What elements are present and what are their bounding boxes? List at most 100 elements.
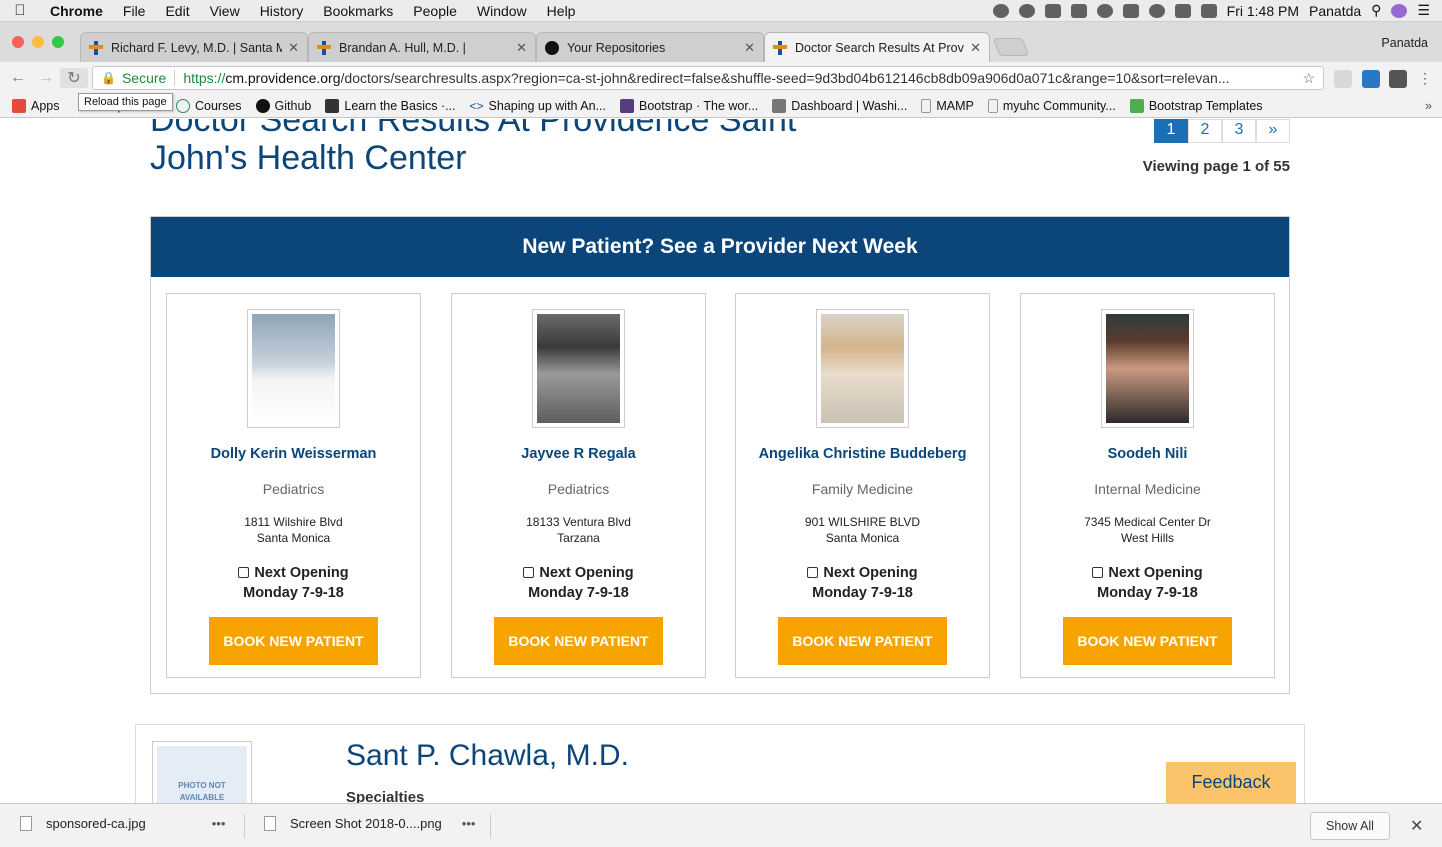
shelf-divider <box>490 814 491 838</box>
provider-photo[interactable] <box>816 309 909 428</box>
page-icon <box>987 98 998 113</box>
forward-arrow-icon[interactable]: → <box>32 69 60 87</box>
provider-name[interactable]: Angelika Christine Buddeberg <box>736 446 989 462</box>
notification-center-icon[interactable]: ☰ <box>1417 2 1430 19</box>
provider-specialty: Pediatrics <box>262 481 325 497</box>
menubar-clock[interactable]: Fri 1:48 PM <box>1227 3 1299 19</box>
close-shelf-icon[interactable]: ✕ <box>1410 816 1423 836</box>
address-line-1: 18133 Ventura Blvd <box>526 515 631 529</box>
airplay-icon[interactable] <box>1174 3 1191 18</box>
status-app-icon[interactable] <box>992 3 1009 18</box>
bold-b-icon[interactable] <box>1044 3 1061 18</box>
chrome-menu-icon[interactable]: ⋮ <box>1416 70 1434 88</box>
bookmark-apps[interactable]: Apps <box>12 98 60 113</box>
bookmark-dashboard[interactable]: Dashboard | Washi... <box>772 98 907 113</box>
book-new-patient-button[interactable]: BOOK NEW PATIENT <box>209 617 378 665</box>
dashboard-icon <box>772 98 787 113</box>
menu-edit[interactable]: Edit <box>155 3 199 19</box>
bookmark-label: Learn the Basics ·... <box>344 98 456 113</box>
bookmark-courses[interactable]: Courses <box>175 98 242 113</box>
menu-window[interactable]: Window <box>467 3 537 19</box>
linkedin-extension-icon[interactable] <box>1362 70 1380 88</box>
tab-title: Richard F. Levy, M.D. | Santa M <box>111 40 283 55</box>
page-title-line-2: John's Health Center <box>150 139 467 177</box>
bookmark-github[interactable]: Github <box>255 98 311 113</box>
provider-address: 1811 Wilshire Blvd Santa Monica <box>167 514 420 546</box>
creative-cloud-icon[interactable] <box>1018 3 1035 18</box>
wifi-icon[interactable] <box>1148 3 1165 18</box>
extension-icon[interactable] <box>1334 70 1352 88</box>
next-opening: Next Opening Monday 7-9-18 <box>1021 563 1274 603</box>
provider-name[interactable]: Dolly Kerin Weisserman <box>167 446 420 462</box>
page-link-3[interactable]: 3 <box>1222 119 1256 143</box>
page-link-2[interactable]: 2 <box>1188 119 1222 143</box>
feedback-button[interactable]: Feedback <box>1166 762 1296 803</box>
menu-app-name[interactable]: Chrome <box>40 3 113 19</box>
photo-not-available[interactable]: PHOTO NOT AVAILABLE <box>152 741 252 803</box>
back-arrow-icon[interactable]: ← <box>4 69 32 87</box>
siri-icon[interactable] <box>1391 3 1408 18</box>
window-icon[interactable] <box>1122 3 1139 18</box>
apple-icon[interactable]:  <box>0 2 40 19</box>
url-path: /doctors/searchresults.aspx?region=ca-st… <box>340 70 1230 86</box>
spotlight-search-icon[interactable]: ⚲ <box>1371 2 1381 19</box>
bookmark-bootstrap-templates[interactable]: Bootstrap Templates <box>1129 98 1263 113</box>
show-all-button[interactable]: Show All <box>1310 812 1390 840</box>
address-line-2: West Hills <box>1120 531 1175 545</box>
close-tab-icon[interactable]: ✕ <box>744 40 755 56</box>
close-tab-icon[interactable]: ✕ <box>516 40 527 56</box>
headphones-icon[interactable] <box>1070 3 1087 18</box>
address-bar[interactable]: 🔒 Secure https:// cm.providence.org /doc… <box>92 66 1324 90</box>
bookmark-mamp[interactable]: MAMP <box>921 98 974 113</box>
profile-name[interactable]: Panatda <box>1381 36 1428 50</box>
bookmark-learn-basics[interactable]: Learn the Basics ·... <box>325 98 456 113</box>
menubar-user[interactable]: Panatda <box>1309 3 1361 19</box>
download-menu-icon[interactable]: ••• <box>212 816 226 831</box>
bookmarks-overflow-icon[interactable]: » <box>1425 99 1432 113</box>
tab-your-repositories[interactable]: Your Repositories ✕ <box>536 32 764 62</box>
doctor-name-link[interactable]: Sant P. Chawla, M.D. <box>346 739 629 773</box>
shelf-divider <box>244 814 245 838</box>
close-tab-icon[interactable]: ✕ <box>970 40 981 56</box>
minimize-window-button[interactable] <box>32 36 44 48</box>
zoom-window-button[interactable] <box>52 36 64 48</box>
provider-photo[interactable] <box>247 309 340 428</box>
extension-box-icon[interactable] <box>1389 70 1407 88</box>
reload-icon[interactable]: ↻ <box>60 68 88 88</box>
menu-history[interactable]: History <box>250 3 314 19</box>
web-page: Doctor Search Results At Providence Sain… <box>0 119 1442 803</box>
bookmark-shaping-up[interactable]: <> Shaping up with An... <box>470 99 606 113</box>
tab-brandan-hull[interactable]: Brandan A. Hull, M.D. | ✕ <box>308 32 536 62</box>
bookmark-label: Courses <box>194 98 242 113</box>
book-new-patient-button[interactable]: BOOK NEW PATIENT <box>778 617 947 665</box>
menu-bookmarks[interactable]: Bookmarks <box>313 3 403 19</box>
menu-people[interactable]: People <box>403 3 467 19</box>
apps-grid-icon <box>12 98 26 113</box>
book-new-patient-button[interactable]: BOOK NEW PATIENT <box>1063 617 1232 665</box>
battery-icon[interactable] <box>1200 3 1217 18</box>
tab-doctor-search-results[interactable]: Doctor Search Results At Provi ✕ <box>764 32 990 62</box>
new-tab-button[interactable] <box>992 38 1030 56</box>
provider-photo[interactable] <box>532 309 625 428</box>
download-item[interactable]: sponsored-ca.jpg ••• <box>20 816 225 831</box>
menu-help[interactable]: Help <box>537 3 586 19</box>
provider-name[interactable]: Jayvee R Regala <box>452 446 705 462</box>
provider-card: Soodeh Nili Internal Medicine 7345 Medic… <box>1020 293 1275 678</box>
provider-name[interactable]: Soodeh Nili <box>1021 446 1274 462</box>
secure-label: Secure <box>121 70 167 86</box>
provider-photo[interactable] <box>1101 309 1194 428</box>
close-tab-icon[interactable]: ✕ <box>288 40 299 56</box>
bookmark-myuhc[interactable]: myuhc Community... <box>987 98 1116 113</box>
menu-file[interactable]: File <box>113 3 156 19</box>
cloud-icon[interactable] <box>1096 3 1113 18</box>
page-link-1[interactable]: 1 <box>1154 119 1188 143</box>
menu-view[interactable]: View <box>200 3 250 19</box>
download-menu-icon[interactable]: ••• <box>462 816 476 831</box>
bookmark-star-icon[interactable]: ☆ <box>1302 70 1315 87</box>
tab-richard-levy[interactable]: Richard F. Levy, M.D. | Santa M ✕ <box>80 32 308 62</box>
book-new-patient-button[interactable]: BOOK NEW PATIENT <box>494 617 663 665</box>
download-item[interactable]: Screen Shot 2018-0....png ••• <box>264 816 475 831</box>
close-window-button[interactable] <box>12 36 24 48</box>
bookmark-bootstrap[interactable]: Bootstrap · The wor... <box>620 98 758 113</box>
page-link-next[interactable]: » <box>1256 119 1290 143</box>
